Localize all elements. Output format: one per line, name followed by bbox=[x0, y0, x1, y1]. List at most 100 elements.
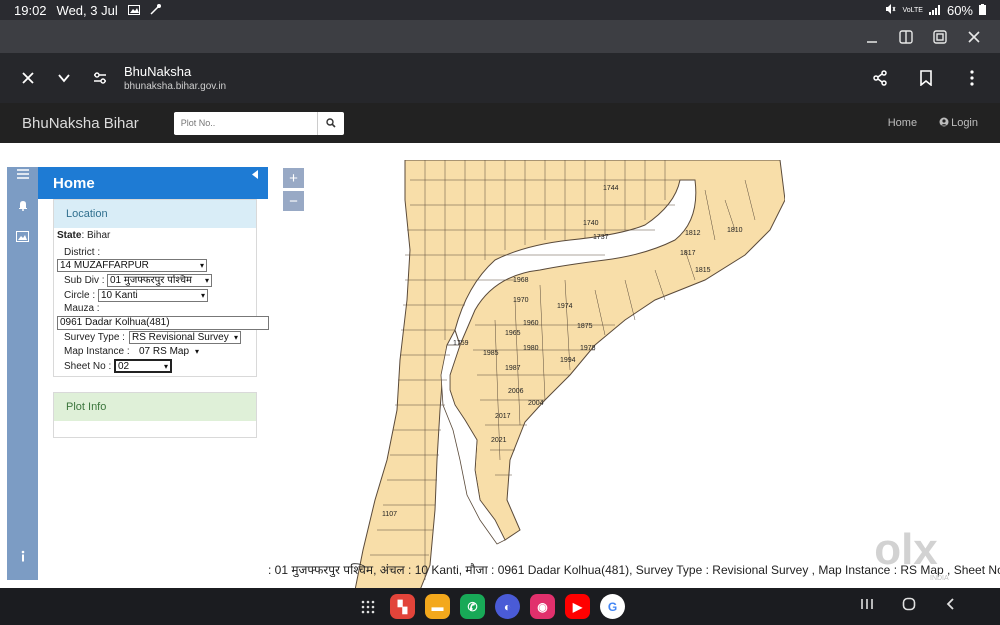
page-title-block: BhuNaksha bhunaksha.bihar.gov.in bbox=[124, 64, 226, 92]
circle-select[interactable]: 10 Kanti ▾ bbox=[98, 289, 208, 302]
district-value: 14 MUZAFFARPUR bbox=[60, 260, 149, 271]
recent-apps-icon[interactable] bbox=[860, 597, 874, 616]
circle-label: Circle : bbox=[64, 290, 96, 301]
olx-watermark: olx bbox=[874, 525, 938, 574]
nav-home-link[interactable]: Home bbox=[888, 117, 917, 130]
plot-info-panel: Plot Info bbox=[53, 392, 257, 438]
split-view-icon[interactable] bbox=[896, 27, 916, 47]
bell-icon[interactable] bbox=[7, 199, 38, 214]
share-icon[interactable] bbox=[862, 70, 898, 86]
mauza-label: Mauza : bbox=[64, 303, 100, 314]
search-icon[interactable] bbox=[316, 111, 344, 135]
plot-label: 1980 bbox=[523, 345, 539, 352]
image-icon[interactable] bbox=[7, 230, 38, 245]
survey-type-select[interactable]: RS Revisional Survey ▾ bbox=[129, 331, 241, 344]
popup-view-icon[interactable] bbox=[930, 27, 950, 47]
state-label: State bbox=[57, 230, 82, 241]
map-instance-label: Map Instance : bbox=[64, 346, 130, 357]
olx-watermark-sub: INDIA bbox=[930, 575, 949, 582]
plot-info-header[interactable]: Plot Info bbox=[54, 393, 256, 421]
back-nav-icon[interactable] bbox=[944, 597, 958, 616]
info-icon[interactable] bbox=[7, 550, 38, 565]
user-icon bbox=[939, 117, 949, 130]
cadastral-map[interactable]: 1759 1744 1740 1737 1812 1810 1817 1815 … bbox=[355, 160, 785, 590]
close-tab-icon[interactable] bbox=[10, 71, 46, 85]
zoom-in-button[interactable]: + bbox=[283, 168, 304, 188]
sheet-no-value: 02 bbox=[118, 361, 130, 372]
flipboard-app-icon[interactable]: ▚ bbox=[390, 594, 415, 619]
plot-label: 2004 bbox=[528, 400, 544, 407]
volte-icon: VoLTE bbox=[902, 6, 923, 14]
battery-percent: 60% bbox=[946, 2, 973, 18]
zoom-out-button[interactable]: − bbox=[283, 191, 304, 211]
plot-label: 1968 bbox=[513, 277, 529, 284]
nav-login-link[interactable]: Login bbox=[939, 117, 978, 130]
state-value: : Bihar bbox=[81, 230, 111, 241]
plot-label: 1965 bbox=[505, 330, 521, 337]
plot-label: 1994 bbox=[560, 357, 576, 364]
plot-label: 1970 bbox=[513, 297, 529, 304]
survey-type-value: RS Revisional Survey bbox=[132, 332, 229, 343]
more-options-icon[interactable] bbox=[954, 70, 990, 86]
signal-icon bbox=[928, 3, 941, 18]
home-nav-icon[interactable] bbox=[902, 597, 916, 616]
youtube-app-icon[interactable]: ▶ bbox=[565, 594, 590, 619]
chevron-down-icon[interactable] bbox=[46, 71, 82, 85]
bookmark-icon[interactable] bbox=[908, 70, 944, 86]
internet-app-icon[interactable]: ◐ bbox=[495, 594, 520, 619]
mauza-value: 0961 Dadar Kolhua(481) bbox=[60, 317, 170, 328]
browser-toolbar: BhuNaksha bhunaksha.bihar.gov.in bbox=[0, 53, 1000, 103]
chevron-down-icon: ▾ bbox=[200, 291, 205, 300]
page-url: bhunaksha.bihar.gov.in bbox=[124, 81, 227, 92]
menu-icon[interactable] bbox=[7, 167, 38, 182]
status-time: 19:02 bbox=[14, 2, 47, 18]
apps-grid-icon[interactable] bbox=[355, 594, 380, 619]
taskbar: ▚ ▬ ✆ ◐ ◉ ▶ G bbox=[0, 588, 1000, 625]
site-settings-icon[interactable] bbox=[82, 71, 118, 85]
collapse-left-icon[interactable] bbox=[252, 170, 258, 182]
status-bar: 19:02 Wed, 3 Jul VoLTE 60% bbox=[0, 0, 1000, 20]
sheet-no-select[interactable]: 02 ▾ bbox=[114, 359, 172, 373]
plot-search-input[interactable] bbox=[173, 112, 317, 134]
login-label: Login bbox=[951, 117, 978, 129]
plot-label: 2006 bbox=[508, 388, 524, 395]
files-app-icon[interactable]: ▬ bbox=[425, 594, 450, 619]
chevron-down-icon: ▾ bbox=[233, 333, 238, 342]
panel-header: Home bbox=[38, 167, 268, 199]
chevron-down-icon: ▾ bbox=[204, 276, 209, 285]
site-brand[interactable]: BhuNaksha Bihar bbox=[22, 115, 139, 132]
left-tool-strip bbox=[7, 167, 38, 580]
main-content: Home Location State: Bihar District : 14… bbox=[0, 143, 1000, 590]
plot-label: 1815 bbox=[695, 267, 711, 274]
minimize-icon[interactable] bbox=[862, 27, 882, 47]
district-select[interactable]: 14 MUZAFFARPUR ▾ bbox=[57, 259, 207, 272]
district-label: District : bbox=[64, 247, 101, 258]
close-window-icon[interactable] bbox=[964, 27, 984, 47]
plot-label: 1812 bbox=[685, 230, 701, 237]
plot-label: 1740 bbox=[583, 220, 599, 227]
phone-app-icon[interactable]: ✆ bbox=[460, 594, 485, 619]
chevron-down-icon: ▾ bbox=[199, 261, 204, 270]
plot-label: 2017 bbox=[495, 413, 511, 420]
mauza-select[interactable]: 0961 Dadar Kolhua(481) bbox=[57, 316, 269, 330]
page-title: BhuNaksha bbox=[124, 64, 192, 79]
plot-label: 1107 bbox=[382, 511, 397, 518]
chevron-down-icon: ▾ bbox=[194, 347, 199, 356]
camera-app-icon[interactable]: ◉ bbox=[530, 594, 555, 619]
map-instance-select[interactable]: 07 RS Map ▾ bbox=[136, 345, 202, 358]
plot-label: 2021 bbox=[491, 437, 507, 444]
sheet-no-label: Sheet No : bbox=[64, 361, 112, 372]
status-date: Wed, 3 Jul bbox=[56, 2, 118, 18]
plot-label: 1810 bbox=[727, 227, 743, 234]
chevron-down-icon: ▾ bbox=[163, 362, 168, 371]
gallery-notification-icon bbox=[127, 3, 140, 18]
window-controls-bar bbox=[0, 20, 1000, 53]
plot-label: 1960 bbox=[523, 320, 539, 327]
location-panel-header[interactable]: Location bbox=[54, 200, 256, 228]
subdiv-select[interactable]: 01 मुजफ्फरपुर पश्चिम ▾ bbox=[107, 274, 212, 287]
google-app-icon[interactable]: G bbox=[600, 594, 625, 619]
plot-label: 1978 bbox=[580, 345, 596, 352]
home-heading[interactable]: Home bbox=[53, 175, 95, 192]
plot-label: 1759 bbox=[453, 340, 469, 347]
plot-label: 1875 bbox=[577, 323, 593, 330]
